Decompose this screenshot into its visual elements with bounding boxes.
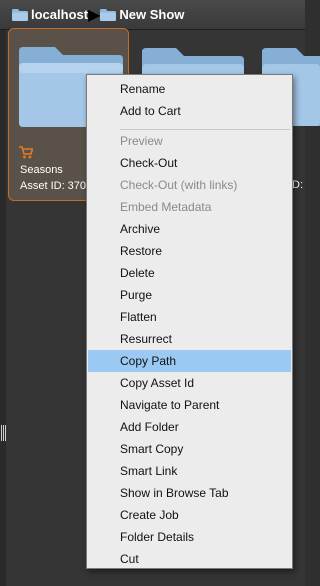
menu-item-resurrect[interactable]: Resurrect	[88, 328, 291, 350]
folder-icon	[100, 8, 117, 21]
menu-item-copy-asset-id[interactable]: Copy Asset Id	[88, 372, 291, 394]
breadcrumb-item-new-show[interactable]: New Show	[100, 7, 184, 22]
context-menu: Rename Add to Cart Preview Check-Out Che…	[86, 74, 293, 569]
breadcrumb-bar: localhost ▶ New Show	[0, 0, 305, 30]
menu-item-add-to-cart[interactable]: Add to Cart	[88, 100, 291, 122]
menu-item-archive[interactable]: Archive	[88, 218, 291, 240]
menu-item-restore[interactable]: Restore	[88, 240, 291, 262]
asset-card-id: Asset ID: 370	[20, 180, 87, 192]
menu-item-smart-link[interactable]: Smart Link	[88, 460, 291, 482]
asset-card-name: Seasons	[20, 164, 63, 176]
menu-item-copy-path[interactable]: Copy Path	[88, 350, 291, 372]
menu-item-purge[interactable]: Purge	[88, 284, 291, 306]
menu-item-folder-details[interactable]: Folder Details	[88, 526, 291, 548]
menu-item-embed-metadata[interactable]: Embed Metadata	[88, 196, 291, 218]
breadcrumb-label: New Show	[119, 7, 185, 22]
menu-item-add-folder[interactable]: Add Folder	[88, 416, 291, 438]
menu-item-smart-copy[interactable]: Smart Copy	[88, 438, 291, 460]
menu-item-preview[interactable]: Preview	[88, 130, 291, 152]
menu-item-delete[interactable]: Delete	[88, 262, 291, 284]
menu-item-create-job[interactable]: Create Job	[88, 504, 291, 526]
menu-item-flatten[interactable]: Flatten	[88, 306, 291, 328]
folder-icon	[12, 8, 28, 21]
menu-item-cut[interactable]: Cut	[88, 548, 291, 570]
breadcrumb-item-localhost[interactable]: localhost	[12, 7, 88, 22]
menu-item-navigate-to-parent[interactable]: Navigate to Parent	[88, 394, 291, 416]
menu-item-check-out[interactable]: Check-Out	[88, 152, 291, 174]
breadcrumb-label: localhost	[31, 7, 89, 22]
menu-item-rename[interactable]: Rename	[88, 78, 291, 100]
cart-icon	[19, 146, 33, 159]
menu-item-show-in-browse-tab[interactable]: Show in Browse Tab	[88, 482, 291, 504]
resize-handle[interactable]	[1, 425, 7, 441]
menu-item-check-out-with-links[interactable]: Check-Out (with links)	[88, 174, 291, 196]
asset-card-id: D:	[292, 179, 303, 191]
chevron-right-icon: ▶	[88, 6, 101, 24]
side-panel-rail	[0, 30, 6, 586]
